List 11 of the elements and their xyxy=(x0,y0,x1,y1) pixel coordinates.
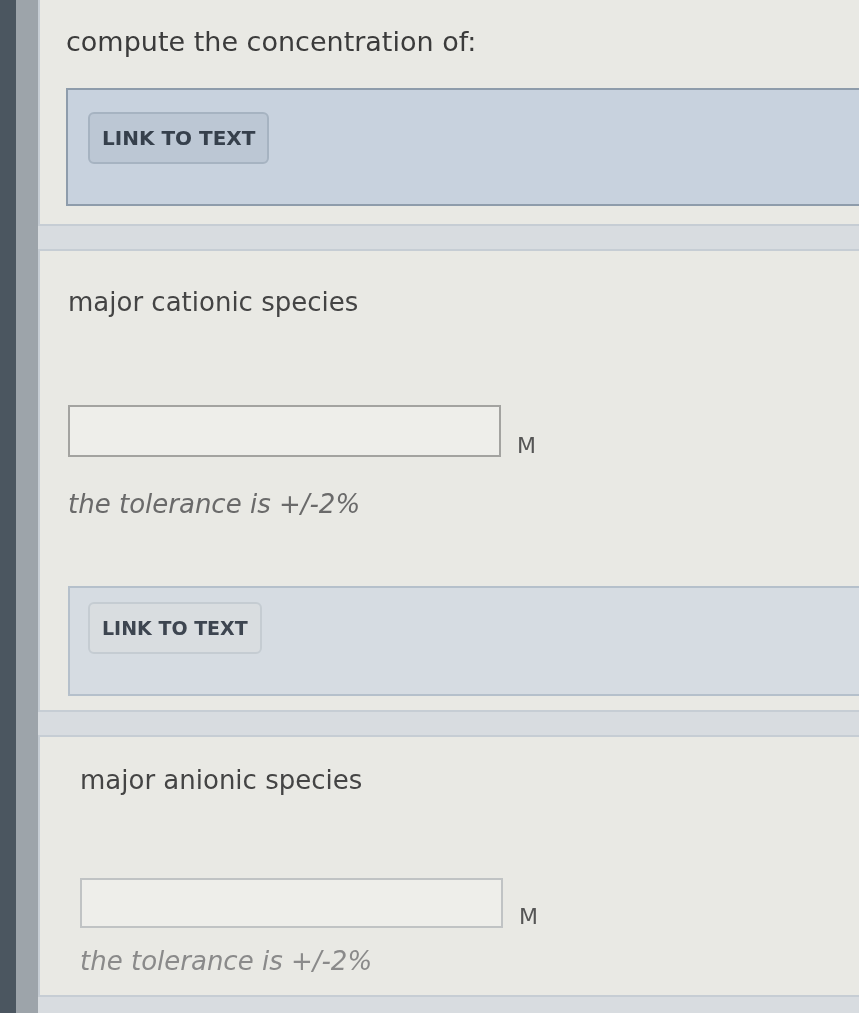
question-prompt: compute the concentration of: xyxy=(66,26,478,59)
question-label: major anionic species xyxy=(80,764,364,796)
link-to-text-button[interactable]: LINK TO TEXT xyxy=(88,601,262,654)
unit-label: M xyxy=(519,905,538,928)
answer-field[interactable] xyxy=(80,877,503,928)
link-to-text-button[interactable]: LINK TO TEXT xyxy=(88,112,270,165)
unit-label: M xyxy=(517,434,536,457)
tolerance-note: the tolerance is +/-2% xyxy=(68,488,362,520)
question-label: major cationic species xyxy=(68,287,360,319)
answer-field[interactable] xyxy=(68,404,501,457)
tolerance-note: the tolerance is +/-2% xyxy=(80,945,374,978)
